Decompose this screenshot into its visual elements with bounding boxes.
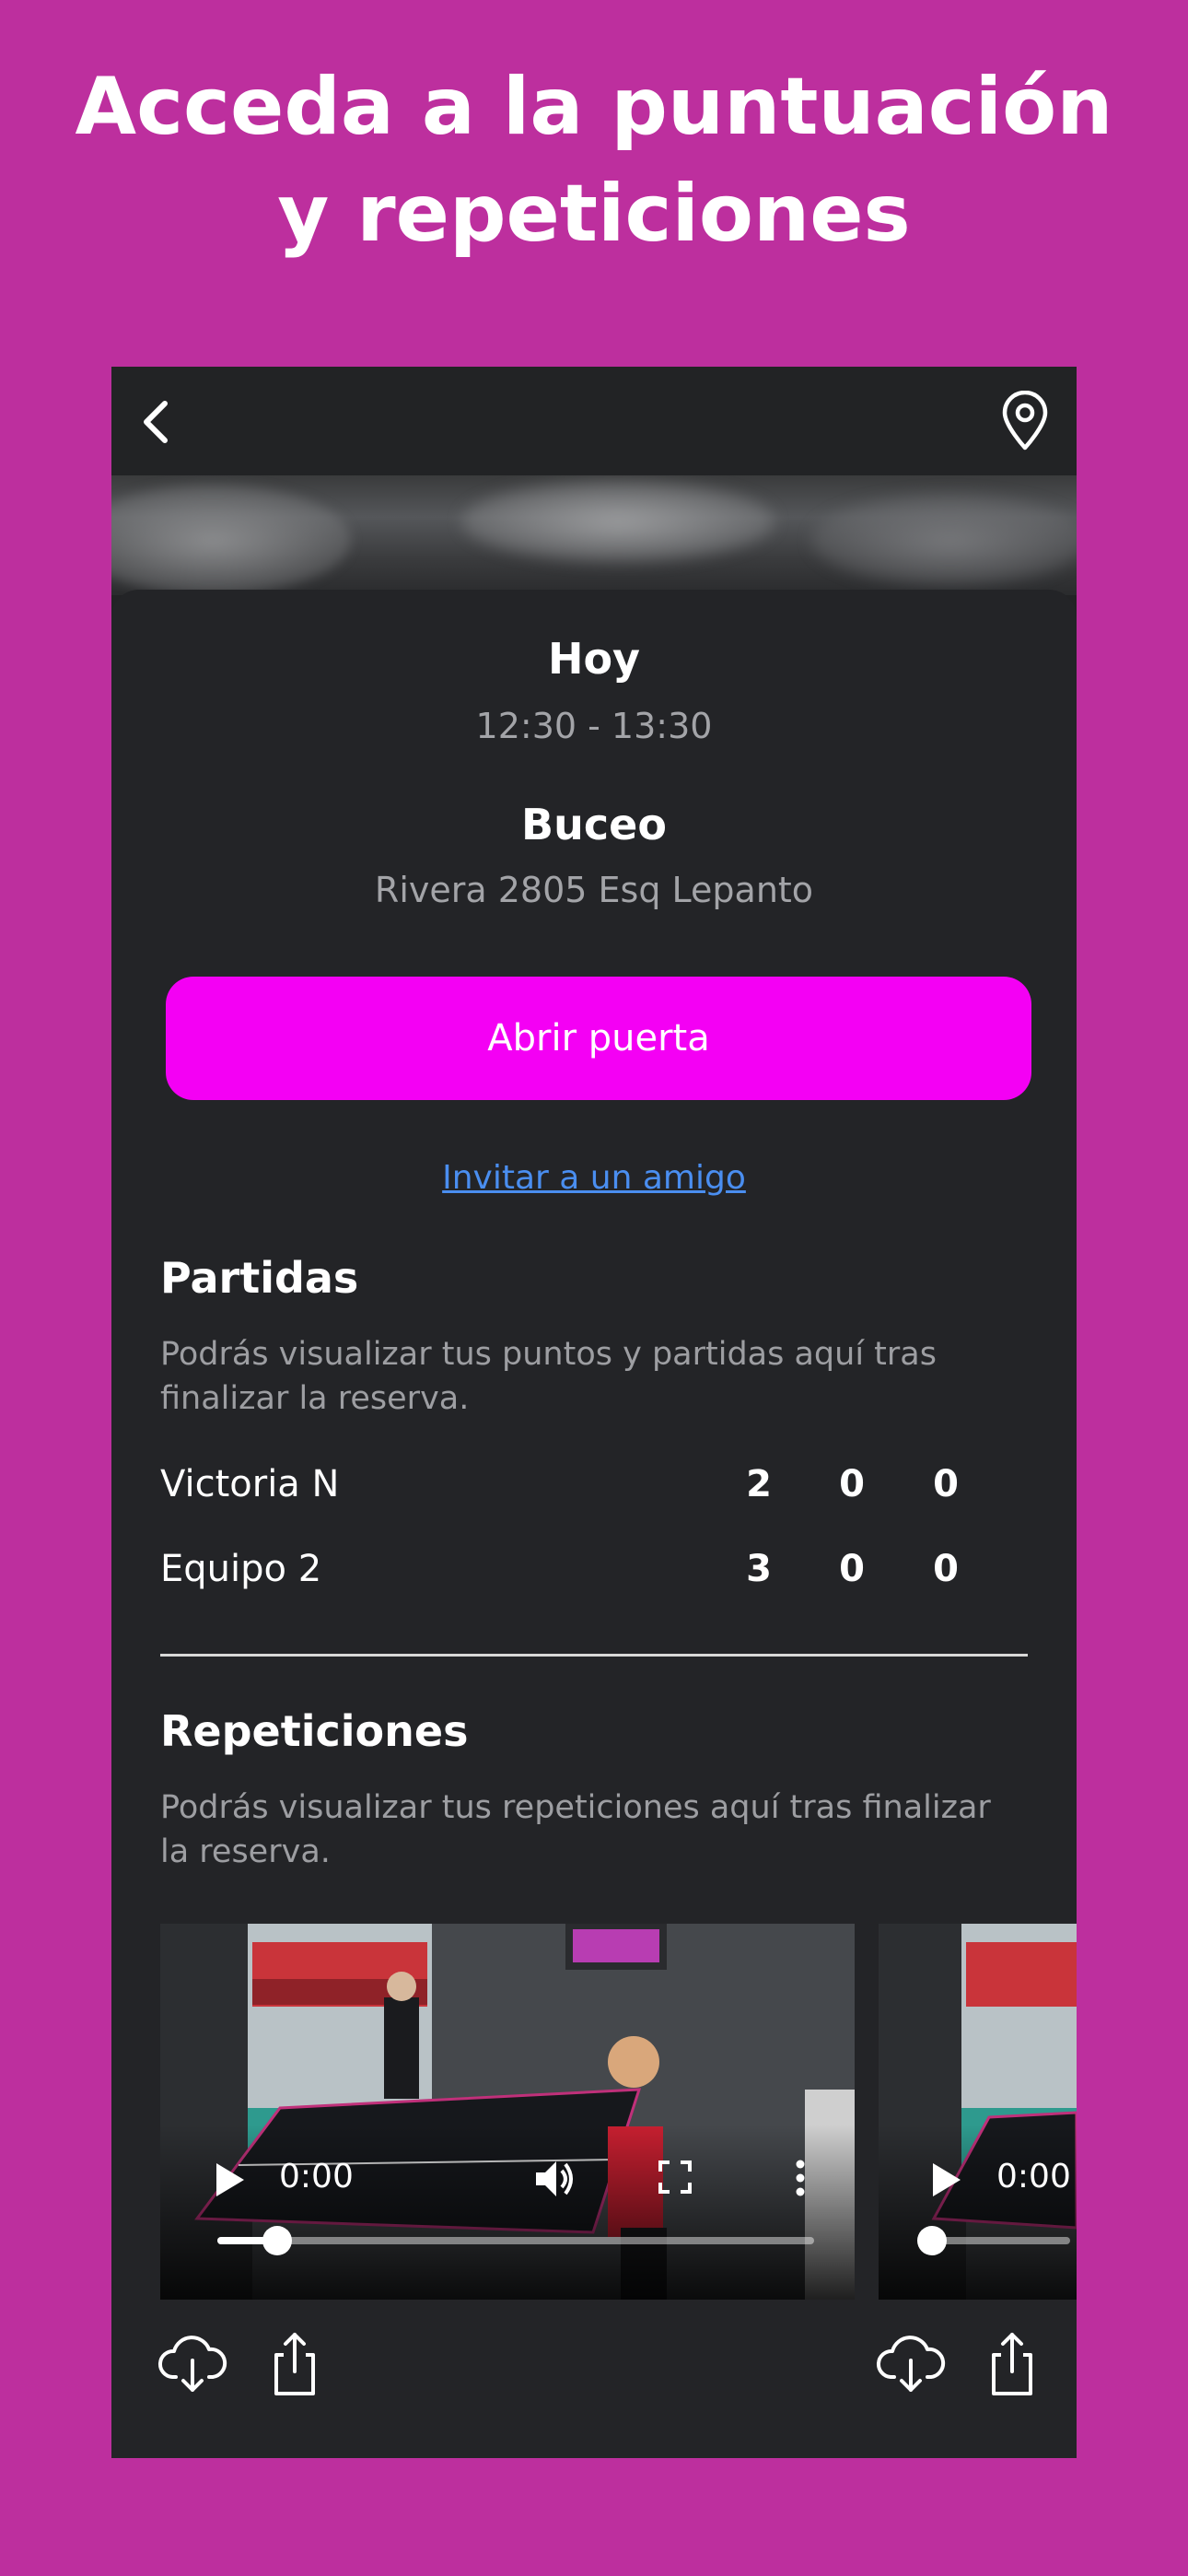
headline-line-1: Acceda a la puntuación: [75, 61, 1113, 153]
venue-address: Rivera 2805 Esq Lepanto: [374, 870, 814, 910]
phone-screen: Hoy 12:30 - 13:30 Buceo Rivera 2805 Esq …: [111, 367, 1077, 2458]
video-time: 0:00: [996, 2158, 1071, 2195]
replay-video[interactable]: 0:00: [160, 1924, 855, 2300]
booking-time: 12:30 - 13:30: [475, 706, 713, 746]
video-seek-knob[interactable]: [262, 2226, 292, 2255]
replays-title: Repeticiones: [160, 1706, 469, 1756]
cloud-download-icon[interactable]: [157, 2329, 227, 2399]
video-time: 0:00: [279, 2158, 354, 2195]
matches-note: Podrás visualizar tus puntos y partidas …: [160, 1336, 937, 1417]
location-button[interactable]: [997, 390, 1053, 451]
share-icon[interactable]: [260, 2329, 330, 2399]
set-score: 2: [746, 1463, 772, 1505]
set-score: 0: [839, 1548, 865, 1590]
matches-title: Partidas: [160, 1253, 359, 1303]
cloud-download-icon[interactable]: [876, 2329, 946, 2399]
replay-video[interactable]: 0:00: [879, 1924, 1077, 2300]
more-options-icon[interactable]: [794, 2158, 807, 2198]
play-icon[interactable]: [211, 2160, 248, 2200]
headline-line-2: y repeticiones: [277, 168, 911, 260]
video-seek-bar[interactable]: [917, 2226, 1070, 2255]
score-row: Equipo 2 3 0 0: [160, 1548, 1026, 1603]
video-seek-bar[interactable]: [217, 2226, 814, 2255]
player-name: Equipo 2: [160, 1548, 322, 1590]
chevron-left-icon: [144, 401, 168, 443]
back-button[interactable]: [130, 392, 189, 451]
section-divider: [160, 1654, 1028, 1657]
volume-icon[interactable]: [532, 2156, 578, 2202]
top-bar: [111, 367, 1077, 475]
headline: Acceda a la puntuación y repeticiones: [0, 53, 1188, 267]
video-seek-knob[interactable]: [917, 2226, 947, 2255]
player-name: Victoria N: [160, 1463, 340, 1505]
share-icon[interactable]: [977, 2329, 1047, 2399]
venue-hero-image: [111, 475, 1077, 595]
venue-name: Buceo: [521, 800, 667, 849]
map-pin-icon: [1002, 390, 1048, 451]
fullscreen-icon[interactable]: [658, 2160, 693, 2195]
set-score: 0: [933, 1463, 959, 1505]
open-door-button[interactable]: Abrir puerta: [166, 977, 1031, 1100]
play-icon[interactable]: [927, 2160, 964, 2200]
score-row: Victoria N 2 0 0: [160, 1463, 1026, 1518]
booking-day: Hoy: [547, 634, 641, 684]
set-score: 0: [839, 1463, 865, 1505]
invite-friend-link[interactable]: Invitar a un amigo: [111, 1159, 1077, 1197]
set-score: 0: [933, 1548, 959, 1590]
set-score: 3: [746, 1548, 772, 1590]
replays-note: Podrás visualizar tus repeticiones aquí …: [160, 1789, 991, 1870]
